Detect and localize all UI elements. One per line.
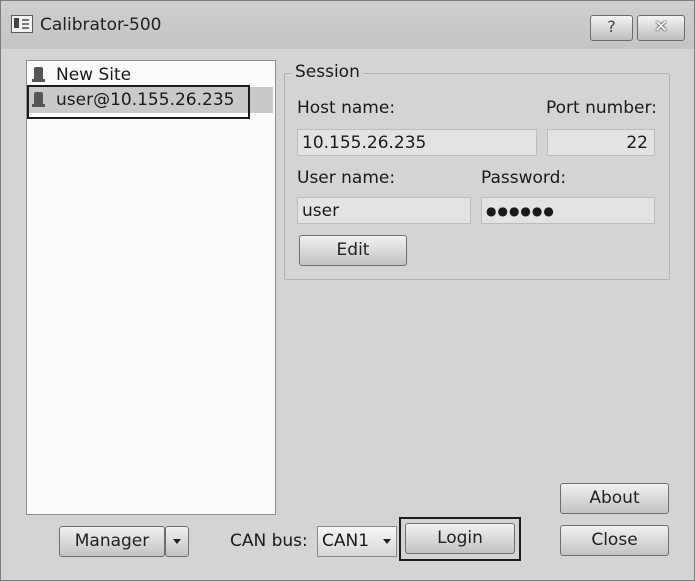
- edit-button[interactable]: Edit: [299, 235, 407, 266]
- about-button[interactable]: About: [560, 483, 669, 514]
- site-list[interactable]: New Site user@10.155.26.235: [26, 60, 276, 515]
- session-group-title: Session: [292, 62, 363, 82]
- password-field[interactable]: ●●●●●●: [481, 197, 655, 224]
- title-bar[interactable]: Calibrator-500 ? ✕: [1, 1, 694, 49]
- can-bus-select[interactable]: CAN1: [317, 526, 397, 557]
- port-number-value: 22: [626, 133, 648, 153]
- host-name-value: 10.155.26.235: [302, 133, 427, 153]
- window-title: Calibrator-500: [40, 15, 162, 35]
- password-label: Password:: [481, 168, 567, 188]
- host-name-label: Host name:: [297, 98, 396, 118]
- selected-site-highlight: [27, 85, 250, 119]
- chevron-down-icon: [173, 539, 181, 544]
- manager-menu-button[interactable]: [165, 526, 189, 557]
- calibrator-window: Calibrator-500 ? ✕ New Site user@10.155.…: [0, 0, 695, 581]
- user-name-value: user: [302, 201, 340, 221]
- user-name-label: User name:: [297, 168, 396, 188]
- close-button[interactable]: Close: [560, 525, 669, 556]
- app-icon: [11, 15, 33, 33]
- port-number-field[interactable]: 22: [547, 129, 655, 156]
- login-highlight: [399, 517, 521, 561]
- port-number-label: Port number:: [546, 98, 657, 118]
- manager-button[interactable]: Manager: [59, 526, 165, 557]
- chevron-down-icon: [383, 539, 391, 544]
- server-icon: [32, 67, 45, 82]
- can-bus-value: CAN1: [322, 531, 370, 551]
- host-name-field[interactable]: 10.155.26.235: [297, 129, 537, 156]
- window-close-button[interactable]: ✕: [637, 15, 685, 41]
- user-name-field[interactable]: user: [297, 197, 471, 224]
- password-value: ●●●●●●: [486, 204, 555, 218]
- help-button[interactable]: ?: [590, 15, 633, 41]
- can-bus-label: CAN bus:: [230, 531, 308, 551]
